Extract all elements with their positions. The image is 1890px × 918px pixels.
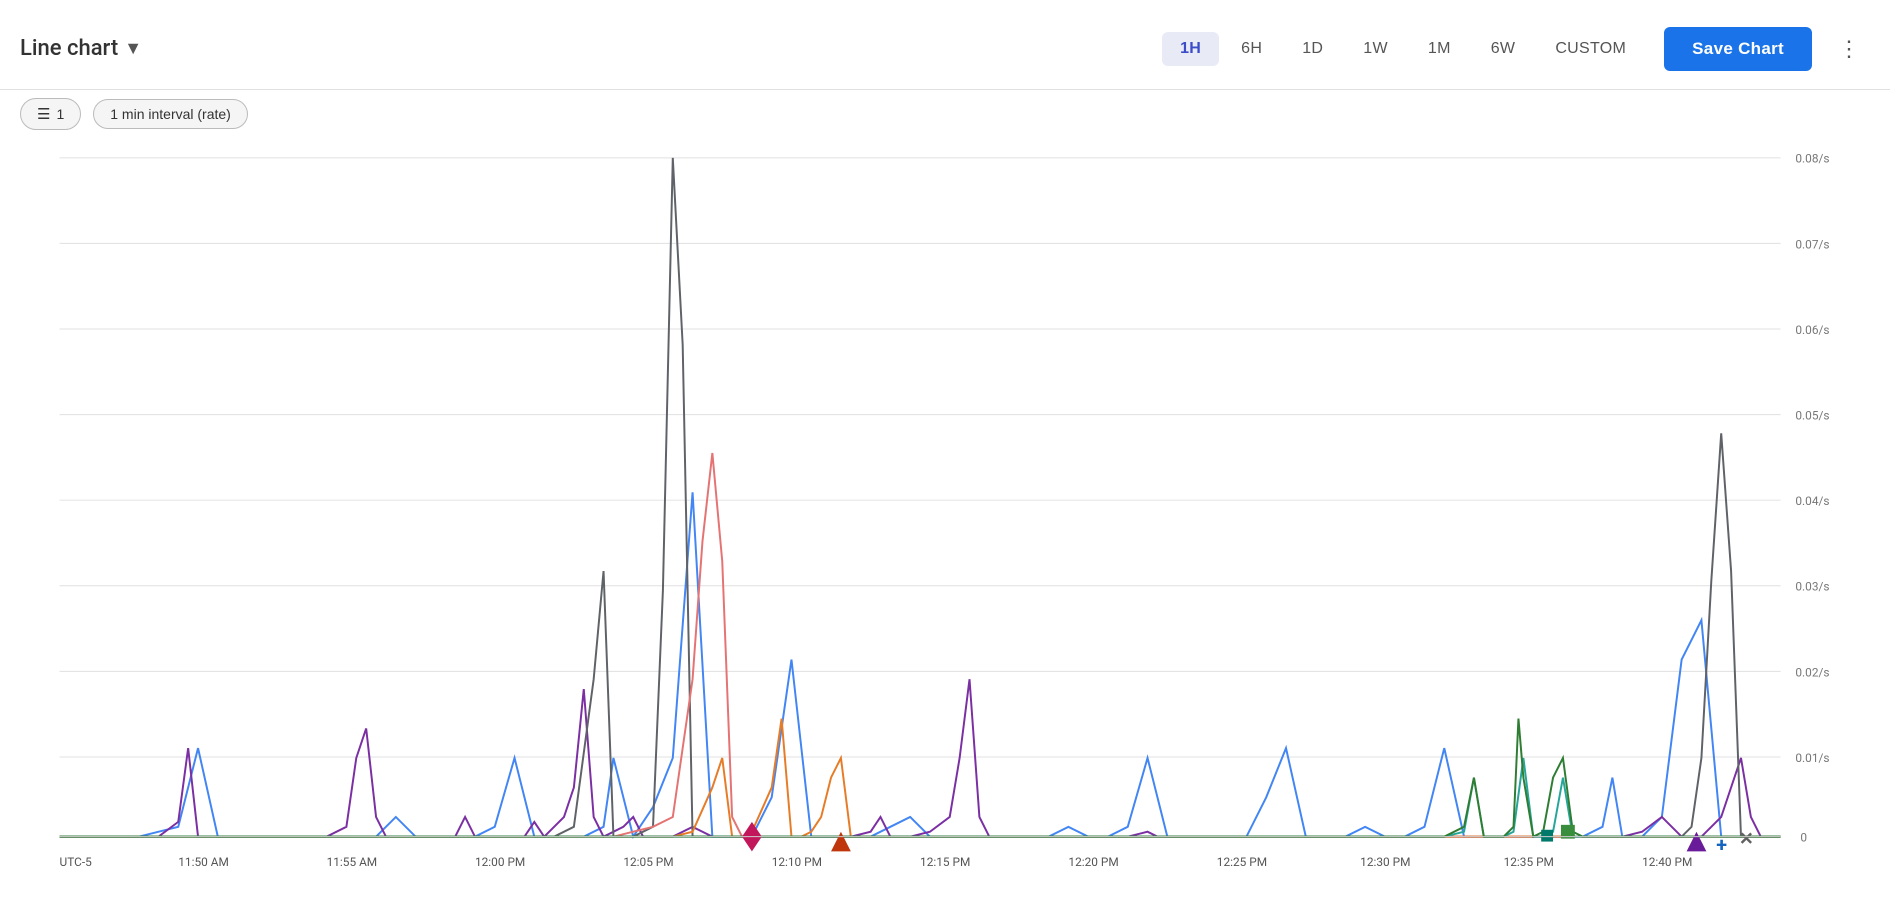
save-chart-button[interactable]: Save Chart <box>1664 27 1812 71</box>
svg-text:0: 0 <box>1800 831 1807 845</box>
chart-area: 0.08/s 0.07/s 0.06/s 0.05/s 0.04/s 0.03/… <box>0 138 1890 916</box>
svg-text:12:15 PM: 12:15 PM <box>920 855 970 869</box>
svg-text:11:50 AM: 11:50 AM <box>178 855 229 869</box>
svg-text:12:00 PM: 12:00 PM <box>475 855 525 869</box>
svg-text:0.05/s: 0.05/s <box>1795 409 1829 423</box>
svg-text:12:25 PM: 12:25 PM <box>1217 855 1267 869</box>
svg-text:11:55 AM: 11:55 AM <box>327 855 378 869</box>
svg-text:0.02/s: 0.02/s <box>1795 665 1829 679</box>
sub-bar: ☰ 1 1 min interval (rate) <box>0 90 1890 138</box>
svg-text:12:20 PM: 12:20 PM <box>1068 855 1118 869</box>
svg-text:0.04/s: 0.04/s <box>1795 494 1829 508</box>
svg-text:0.08/s: 0.08/s <box>1795 152 1829 166</box>
svg-text:0.01/s: 0.01/s <box>1795 751 1829 765</box>
svg-text:12:35 PM: 12:35 PM <box>1504 855 1554 869</box>
time-btn-1w[interactable]: 1W <box>1345 32 1406 66</box>
time-btn-6h[interactable]: 6H <box>1223 32 1280 66</box>
top-bar: Line chart ▼ 1H 6H 1D 1W 1M 6W CUSTOM Sa… <box>0 0 1890 90</box>
more-options-button[interactable]: ⋮ <box>1830 32 1870 66</box>
svg-text:UTC-5: UTC-5 <box>60 855 93 869</box>
chart-title: Line chart ▼ <box>20 36 1162 61</box>
filter-count: 1 <box>56 106 64 122</box>
svg-text:0.07/s: 0.07/s <box>1795 237 1829 251</box>
time-btn-custom[interactable]: CUSTOM <box>1537 32 1644 66</box>
svg-text:0.03/s: 0.03/s <box>1795 580 1829 594</box>
x-marker: ✕ <box>1739 830 1754 850</box>
teal-square-marker <box>1541 830 1553 842</box>
time-btn-1d[interactable]: 1D <box>1284 32 1341 66</box>
triangle-down-marker <box>831 832 851 852</box>
time-btn-6w[interactable]: 6W <box>1473 32 1534 66</box>
svg-text:12:40 PM: 12:40 PM <box>1642 855 1692 869</box>
interval-button[interactable]: 1 min interval (rate) <box>93 99 248 129</box>
chart-type-dropdown-icon[interactable]: ▼ <box>124 38 142 59</box>
filter-icon: ☰ <box>37 105 50 123</box>
time-btn-1h[interactable]: 1H <box>1162 32 1219 66</box>
time-btn-1m[interactable]: 1M <box>1410 32 1469 66</box>
svg-text:12:10 PM: 12:10 PM <box>772 855 822 869</box>
svg-text:0.06/s: 0.06/s <box>1795 323 1829 337</box>
filter-button[interactable]: ☰ 1 <box>20 98 81 130</box>
time-controls: 1H 6H 1D 1W 1M 6W CUSTOM Save Chart ⋮ <box>1162 27 1870 71</box>
chart-svg: 0.08/s 0.07/s 0.06/s 0.05/s 0.04/s 0.03/… <box>20 148 1830 876</box>
svg-text:12:30 PM: 12:30 PM <box>1360 855 1410 869</box>
chart-title-text: Line chart <box>20 36 118 61</box>
svg-text:12:05 PM: 12:05 PM <box>623 855 673 869</box>
